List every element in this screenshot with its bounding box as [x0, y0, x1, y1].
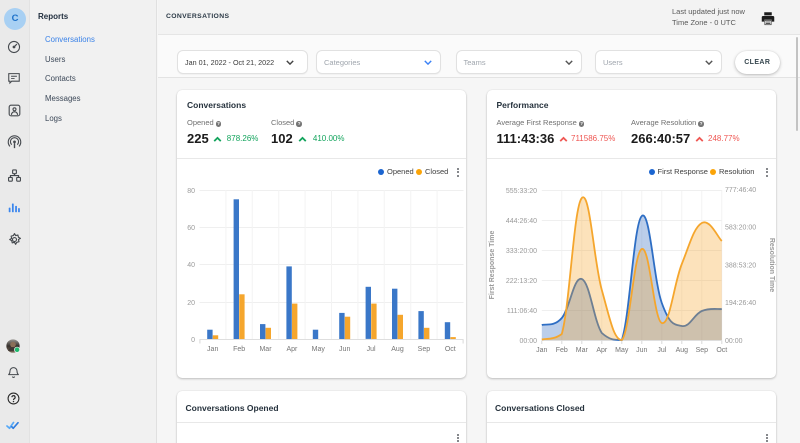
svg-text:Feb: Feb: [555, 347, 567, 354]
svg-text:194:26:40: 194:26:40: [725, 300, 756, 307]
svg-text:444:26:40: 444:26:40: [505, 218, 536, 225]
svg-text:Jul: Jul: [657, 347, 666, 354]
svg-text:Jan: Jan: [207, 346, 218, 353]
svg-text:111:06:40: 111:06:40: [506, 308, 536, 315]
svg-text:First Response Time: First Response Time: [489, 231, 496, 300]
svg-text:333:20:00: 333:20:00: [505, 248, 536, 255]
svg-text:Feb: Feb: [233, 346, 245, 353]
svg-text:Oct: Oct: [716, 347, 727, 354]
svg-text:222:13:20: 222:13:20: [505, 278, 536, 285]
svg-text:00:00: 00:00: [519, 338, 537, 345]
svg-text:Mar: Mar: [575, 347, 588, 354]
svg-text:Jun: Jun: [636, 347, 647, 354]
svg-text:Jul: Jul: [367, 346, 376, 353]
svg-text:20: 20: [187, 300, 195, 307]
svg-text:Aug: Aug: [675, 347, 688, 354]
svg-text:Mar: Mar: [259, 346, 272, 353]
svg-text:60: 60: [187, 225, 195, 232]
svg-text:May: May: [312, 346, 326, 353]
svg-text:Apr: Apr: [596, 347, 608, 354]
svg-text:80: 80: [187, 188, 195, 195]
svg-text:777:46:40: 777:46:40: [725, 187, 756, 194]
svg-text:583:20:00: 583:20:00: [725, 225, 756, 232]
svg-text:Jun: Jun: [339, 346, 350, 353]
svg-text:Apr: Apr: [286, 346, 298, 353]
svg-text:388:53:20: 388:53:20: [725, 263, 756, 270]
svg-text:Aug: Aug: [391, 346, 404, 353]
svg-text:Oct: Oct: [445, 346, 456, 353]
svg-text:40: 40: [187, 262, 195, 269]
svg-text:0: 0: [191, 337, 195, 344]
svg-text:Jan: Jan: [536, 347, 547, 354]
svg-text:555:33:20: 555:33:20: [505, 188, 536, 195]
svg-text:May: May: [615, 347, 629, 354]
svg-text:00:00: 00:00: [725, 338, 743, 345]
svg-text:Sep: Sep: [418, 346, 431, 353]
svg-text:Resolution Time: Resolution Time: [768, 238, 775, 292]
svg-text:Sep: Sep: [695, 347, 708, 354]
